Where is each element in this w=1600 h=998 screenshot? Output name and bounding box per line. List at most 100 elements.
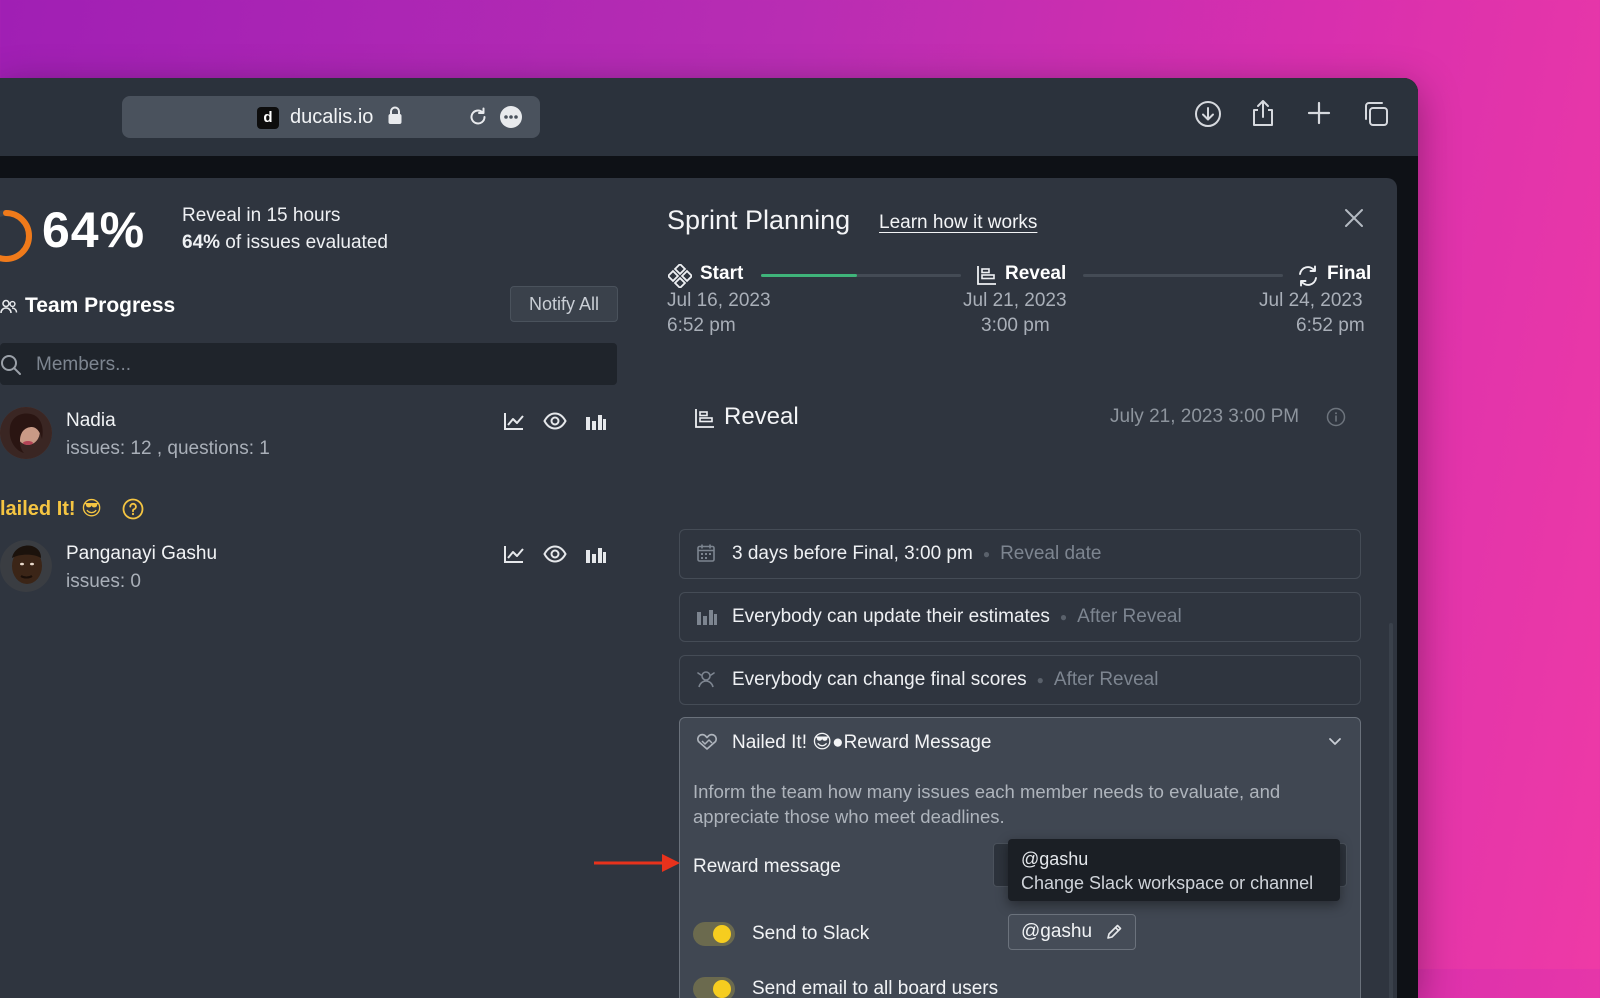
browser-toolbar: d ducalis.io <box>0 78 1418 156</box>
member-name: Nadia <box>66 410 116 431</box>
timeline-final-time: 6:52 pm <box>1296 315 1365 336</box>
avatar <box>0 407 52 459</box>
timeline-reveal-time: 3:00 pm <box>981 315 1050 336</box>
reward-message-label: Reward message <box>693 856 841 877</box>
tooltip-title: @gashu <box>1021 849 1089 869</box>
pencil-icon <box>1107 924 1122 939</box>
reward-type: Reward Message <box>843 732 992 753</box>
notify-all-button[interactable]: Notify All <box>510 286 618 322</box>
share-icon[interactable] <box>1250 98 1276 128</box>
issues-evaluated-pct: 64% <box>182 232 221 253</box>
row-text: Everybody can update their estimates <box>732 606 1050 627</box>
separator-dot: ● <box>832 732 844 753</box>
separator-dot: ● <box>982 546 991 561</box>
toggle-knob <box>713 925 731 943</box>
address-bar[interactable]: d ducalis.io <box>122 96 540 138</box>
close-icon[interactable] <box>1344 208 1364 228</box>
reward-message-panel: Nailed It! 😎●Reward Message Inform the t… <box>679 717 1361 998</box>
member-meta: issues: 0 <box>66 571 141 592</box>
timeline-progress <box>761 274 857 277</box>
row-text: 3 days before Final, 3:00 pm <box>732 543 973 564</box>
change-scores-row[interactable]: Everybody can change final scores ● After … <box>679 655 1361 705</box>
reveal-date-row[interactable]: 3 days before Final, 3:00 pm ● Reveal date <box>679 529 1361 579</box>
row-subtext: After Reveal <box>1077 606 1182 627</box>
slack-channel-chip[interactable]: @gashu <box>1008 914 1136 950</box>
timeline-final-label: Final <box>1327 263 1372 284</box>
lock-icon <box>388 106 402 124</box>
member-name: Panganayi Gashu <box>66 543 218 564</box>
timeline-reveal-date: Jul 21, 2023 <box>963 290 1067 311</box>
row-subtext: Reveal date <box>1000 543 1102 564</box>
reveal-countdown: Reveal in 15 hours <box>182 205 341 226</box>
reveal-section-icon <box>695 409 714 428</box>
timeline-final-date: Jul 24, 2023 <box>1259 290 1363 311</box>
team-progress-title: Team Progress <box>25 294 176 317</box>
reveal-datetime: July 21, 2023 3:00 PM <box>1110 406 1300 427</box>
team-icon <box>0 299 18 314</box>
tooltip-text: Change Slack workspace or channel <box>1021 873 1314 893</box>
download-icon[interactable] <box>1194 100 1222 128</box>
tabs-overview-icon[interactable] <box>1362 100 1390 128</box>
chart-icon[interactable] <box>503 411 525 431</box>
browser-window: d ducalis.io 64% Reveal in 15 hours 64% … <box>0 78 1418 998</box>
timeline-reveal-label: Reveal <box>1005 263 1067 284</box>
eye-icon[interactable] <box>543 544 567 564</box>
final-icon <box>1299 265 1317 287</box>
timeline-start-label: Start <box>700 263 744 284</box>
reward-name: Nailed It! 😎 <box>732 732 833 753</box>
timeline-track-2 <box>1083 274 1283 277</box>
issues-evaluated-text: of issues evaluated <box>220 232 388 253</box>
send-to-slack-label: Send to Slack <box>752 923 870 944</box>
row-text: Everybody can change final scores <box>732 669 1027 690</box>
member-meta: issues: 12 , questions: 1 <box>66 438 270 459</box>
app-page: 64% Reveal in 15 hours 64% of issues eva… <box>0 178 1397 998</box>
progress-ring <box>0 210 32 262</box>
progress-percent: 64% <box>42 202 146 258</box>
reveal-section-title: Reveal <box>724 403 799 430</box>
bars-icon[interactable] <box>585 411 607 431</box>
send-email-label: Send email to all board users <box>752 978 999 998</box>
address-domain: ducalis.io <box>290 106 374 128</box>
chart-icon[interactable] <box>503 544 525 564</box>
send-to-slack-toggle[interactable] <box>693 922 735 946</box>
member-actions <box>503 544 607 564</box>
help-icon[interactable] <box>122 498 144 520</box>
separator-dot: ● <box>1036 672 1044 687</box>
separator-dot: ● <box>1059 609 1068 624</box>
update-estimates-row[interactable]: Everybody can update their estimates ● Aft… <box>679 592 1361 642</box>
bars-icon[interactable] <box>585 544 607 564</box>
bars-icon <box>697 610 717 625</box>
reward-description: Inform the team how many issues each mem… <box>693 781 1281 827</box>
chevron-down-icon[interactable] <box>1328 737 1342 747</box>
reveal-icon <box>977 266 996 285</box>
new-tab-icon[interactable] <box>1306 100 1332 126</box>
scrollbar[interactable] <box>1389 623 1393 998</box>
start-icon <box>668 264 692 288</box>
send-email-toggle[interactable] <box>693 977 735 998</box>
toggle-knob <box>713 980 731 998</box>
members-search <box>0 343 617 387</box>
handshake-heart-icon <box>697 733 717 750</box>
row-subtext: After Reveal <box>1053 669 1159 690</box>
members-search-input[interactable] <box>34 343 598 387</box>
reward-header[interactable]: Nailed It! 😎●Reward Message <box>732 731 991 754</box>
learn-how-link[interactable]: Learn how it works <box>879 212 1037 234</box>
issues-evaluated: 64% of issues evaluated <box>182 232 388 254</box>
info-icon[interactable] <box>1326 407 1346 427</box>
slack-channel: @gashu <box>1021 921 1093 942</box>
reload-icon[interactable] <box>467 106 489 128</box>
eye-icon[interactable] <box>543 411 567 431</box>
member-actions <box>503 411 607 431</box>
annotation-arrow <box>594 854 680 872</box>
timeline-start-date: Jul 16, 2023 <box>667 290 771 311</box>
timeline-start-time: 6:52 pm <box>667 315 736 336</box>
reward-group-label: lailed It! 😎 <box>0 498 102 520</box>
more-options-icon[interactable] <box>499 105 523 129</box>
avatar <box>0 540 52 592</box>
user-award-icon <box>697 671 715 688</box>
timeline-track-1 <box>761 274 961 277</box>
site-favicon: d <box>257 107 279 129</box>
calendar-icon <box>697 544 715 562</box>
search-icon <box>1 355 21 375</box>
slack-tooltip: @gashu Change Slack workspace or channel <box>1008 839 1340 901</box>
